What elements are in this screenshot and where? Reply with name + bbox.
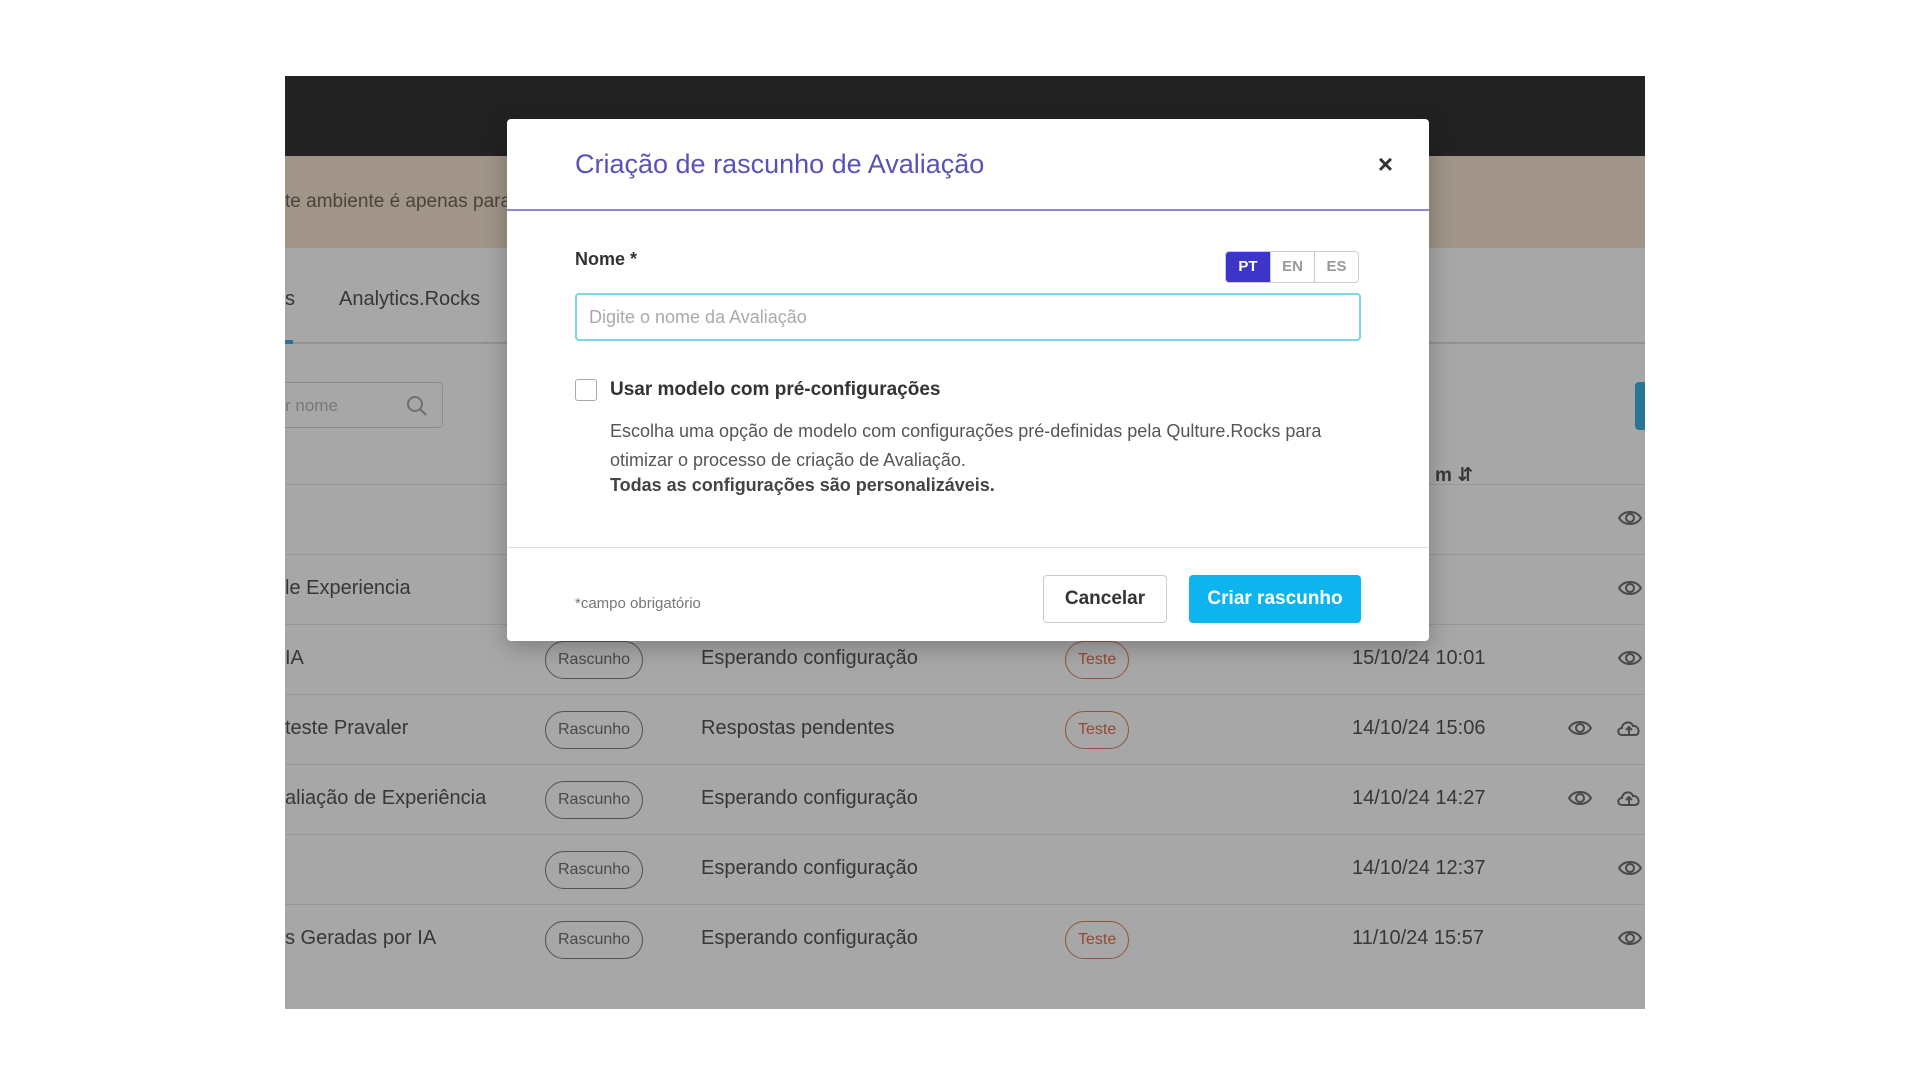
use-template-checkbox[interactable] [575, 379, 597, 401]
template-description: Escolha uma opção de modelo com configur… [610, 421, 1322, 470]
close-icon[interactable]: × [1378, 151, 1393, 177]
use-template-label[interactable]: Usar modelo com pré-configurações [610, 379, 940, 401]
modal-divider [507, 547, 1429, 548]
create-draft-modal: Criação de rascunho de Avaliação × Nome … [507, 119, 1429, 641]
name-field-label: Nome * [575, 249, 638, 269]
create-draft-button[interactable]: Criar rascunho [1189, 575, 1361, 623]
evaluation-name-input[interactable] [575, 293, 1361, 341]
cancel-button[interactable]: Cancelar [1043, 575, 1167, 623]
language-en-button[interactable]: EN [1270, 252, 1314, 282]
language-selector: PT EN ES [1225, 251, 1359, 283]
language-pt-button[interactable]: PT [1226, 252, 1270, 282]
required-field-note: *campo obrigatório [575, 595, 701, 612]
template-description-note: Todas as configurações são personalizáve… [610, 475, 995, 495]
app-screenshot: te ambiente é apenas para s Analytics.Ro… [285, 76, 1645, 1009]
language-es-button[interactable]: ES [1314, 252, 1358, 282]
modal-header: Criação de rascunho de Avaliação × [507, 119, 1429, 211]
modal-title: Criação de rascunho de Avaliação [575, 149, 985, 179]
